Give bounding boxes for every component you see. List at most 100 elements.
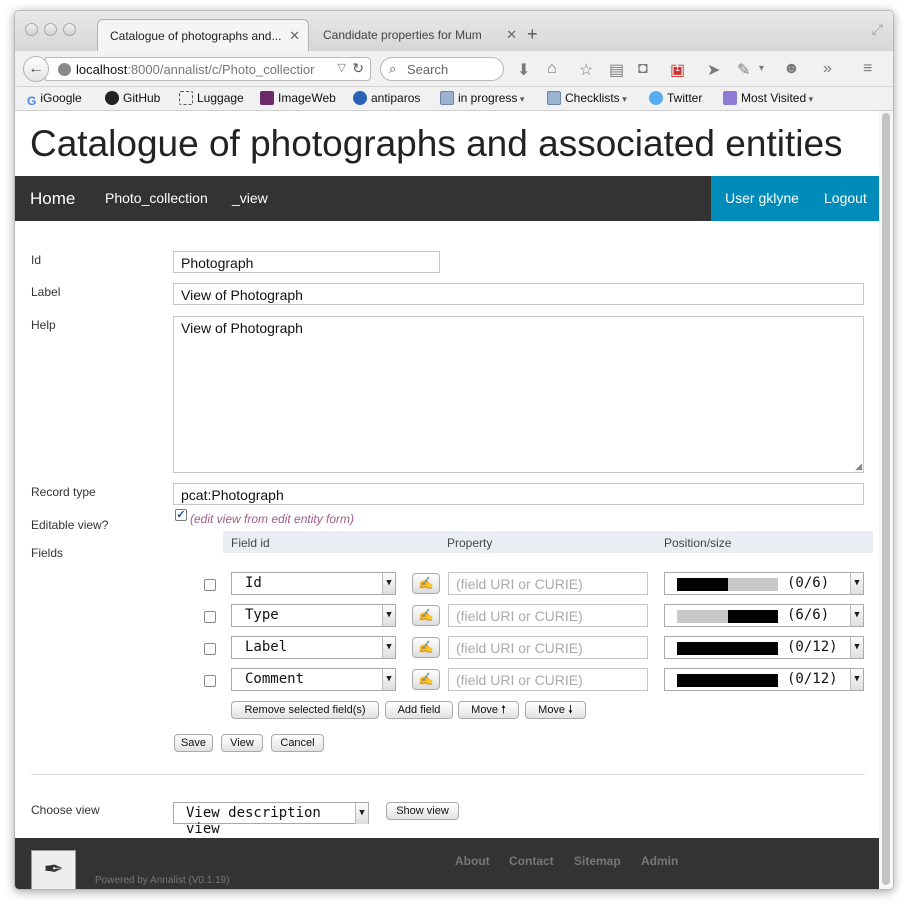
footer-sitemap-link[interactable]: Sitemap [574, 854, 621, 868]
tab-candidate-properties[interactable]: Candidate properties for Mum ✕ [311, 19, 525, 51]
choose-view-select[interactable]: View description view ▼ [173, 802, 369, 837]
property-input[interactable]: (field URI or CURIE) [448, 604, 648, 627]
field-row-checkbox[interactable] [204, 611, 216, 623]
view-button[interactable]: View [221, 734, 263, 752]
cancel-button[interactable]: Cancel [271, 734, 324, 752]
bookmark-label: Twitter [667, 91, 703, 105]
position-bar [677, 674, 778, 687]
extension-dropdown-icon[interactable]: ▾ [759, 63, 764, 74]
property-input[interactable]: (field URI or CURIE) [448, 572, 648, 595]
overflow-chevron-icon[interactable]: » [823, 60, 832, 78]
nav-view-link[interactable]: _view [232, 176, 268, 221]
close-tab-icon[interactable]: ✕ [289, 28, 300, 44]
new-tab-button[interactable]: + [527, 24, 538, 45]
scrollbar-thumb[interactable] [882, 113, 890, 885]
bookmark-label: GitHub [123, 91, 161, 105]
download-icon[interactable]: ⬇ [517, 60, 530, 80]
property-input[interactable]: (field URI or CURIE) [448, 668, 648, 691]
reload-icon[interactable]: ↻ [352, 60, 364, 77]
tab-catalogue[interactable]: Catalogue of photographs and... ✕ [97, 19, 309, 51]
move-down-button[interactable]: Move 🠗 [525, 701, 586, 719]
reading-list-icon[interactable]: ▤ [609, 60, 624, 80]
field-row-checkbox[interactable] [204, 643, 216, 655]
position-size-select[interactable]: (0/12) ▼ [664, 668, 864, 691]
nav-user-link[interactable]: User gklyne [725, 176, 799, 221]
id-input[interactable]: Photograph [173, 251, 440, 273]
bookmark-star-icon[interactable]: ☆ [579, 60, 593, 80]
field-row-checkbox[interactable] [204, 579, 216, 591]
nav-user-area: User gklyne Logout [711, 176, 881, 221]
field-id-select[interactable]: Type ▼ [231, 604, 396, 627]
bookmark-igoogle[interactable]: GiGoogle [27, 91, 82, 108]
nav-collection-link[interactable]: Photo_collection [105, 176, 208, 221]
position-bar [677, 578, 778, 591]
add-field-button[interactable]: Add field [385, 701, 453, 719]
page-scrollbar[interactable] [879, 111, 893, 889]
edit-field-button[interactable]: ✍ [412, 605, 440, 626]
site-nav-bar: Home Photo_collection _view User gklyne … [15, 176, 881, 221]
send-icon[interactable]: ➤ [707, 60, 720, 80]
divider [31, 774, 865, 775]
position-size-select[interactable]: (6/6) ▼ [664, 604, 864, 627]
footer-about-link[interactable]: About [455, 854, 490, 868]
footer-contact-link[interactable]: Contact [509, 854, 554, 868]
dropdown-arrow-icon: ▼ [355, 803, 368, 824]
bookmark-luggage[interactable]: Luggage [179, 91, 244, 105]
editable-view-checkbox[interactable]: ✓ [175, 509, 187, 521]
help-textarea[interactable]: View of Photograph ◢ [173, 316, 864, 473]
move-up-button[interactable]: Move 🠕 [458, 701, 519, 719]
edit-field-button[interactable]: ✍ [412, 669, 440, 690]
pen-icon: ✍ [418, 672, 434, 686]
position-size-select[interactable]: (0/6) ▼ [664, 572, 864, 595]
minimize-window-button[interactable] [44, 23, 57, 36]
nav-logout-link[interactable]: Logout [824, 176, 867, 221]
menu-icon[interactable]: ≡ [863, 60, 872, 78]
bookmark-imageweb[interactable]: ImageWeb [260, 91, 336, 105]
property-input[interactable]: (field URI or CURIE) [448, 636, 648, 659]
home-icon[interactable]: ⌂ [547, 60, 557, 78]
label-input[interactable]: View of Photograph [173, 283, 864, 305]
antiparos-icon [353, 91, 367, 105]
bookmark-label: antiparos [371, 91, 421, 105]
dropdown-arrow-icon: ▼ [382, 605, 395, 626]
search-input[interactable]: ⌕ Search [380, 57, 504, 81]
position-header: Position/size [664, 536, 732, 550]
record-type-input[interactable]: pcat:Photograph [173, 483, 864, 505]
chat-icon[interactable]: ☻ [783, 60, 800, 78]
dropdown-arrow-icon: ▼ [850, 573, 863, 594]
pocket-icon[interactable]: ◘ [638, 60, 648, 78]
fullscreen-icon[interactable]: ⤢ [872, 21, 883, 38]
field-id-select[interactable]: Label ▼ [231, 636, 396, 659]
field-id-select[interactable]: Id ▼ [231, 572, 396, 595]
position-bar [677, 610, 778, 623]
remove-fields-button[interactable]: Remove selected field(s) [231, 701, 379, 719]
url-dropdown-icon[interactable]: ▽ [338, 61, 346, 74]
position-bar-empty [728, 578, 778, 591]
property-header: Property [447, 536, 493, 550]
close-tab-icon[interactable]: ✕ [506, 27, 517, 43]
resize-grip-icon[interactable]: ◢ [855, 462, 862, 471]
save-button[interactable]: Save [174, 734, 213, 752]
position-bar-empty [677, 610, 728, 623]
field-id-select[interactable]: Comment ▼ [231, 668, 396, 691]
edit-field-button[interactable]: ✍ [412, 573, 440, 594]
bookmark-folder-most-visited[interactable]: Most Visited ▾ [723, 91, 813, 105]
show-view-button[interactable]: Show view [386, 802, 459, 820]
bookmark-antiparos[interactable]: antiparos [353, 91, 420, 105]
nav-home-link[interactable]: Home [30, 176, 75, 221]
chevron-down-icon: ▾ [806, 94, 814, 104]
bookmark-folder-in-progress[interactable]: in progress ▾ [440, 91, 524, 105]
bookmark-twitter[interactable]: Twitter [649, 91, 702, 105]
field-row-checkbox[interactable] [204, 675, 216, 687]
bookmark-folder-checklists[interactable]: Checklists ▾ [547, 91, 627, 105]
close-window-button[interactable] [25, 23, 38, 36]
url-bar[interactable]: localhost:8000/annalist/c/Photo_collecti… [45, 57, 371, 81]
extension-icon[interactable]: ✎ [737, 60, 750, 80]
addon-badge-icon[interactable]: ▣ 1 [670, 60, 685, 80]
back-button[interactable]: ← [23, 56, 49, 82]
bookmark-github[interactable]: GitHub [105, 91, 160, 105]
position-size-select[interactable]: (0/12) ▼ [664, 636, 864, 659]
edit-field-button[interactable]: ✍ [412, 637, 440, 658]
zoom-window-button[interactable] [63, 23, 76, 36]
footer-admin-link[interactable]: Admin [641, 854, 678, 868]
